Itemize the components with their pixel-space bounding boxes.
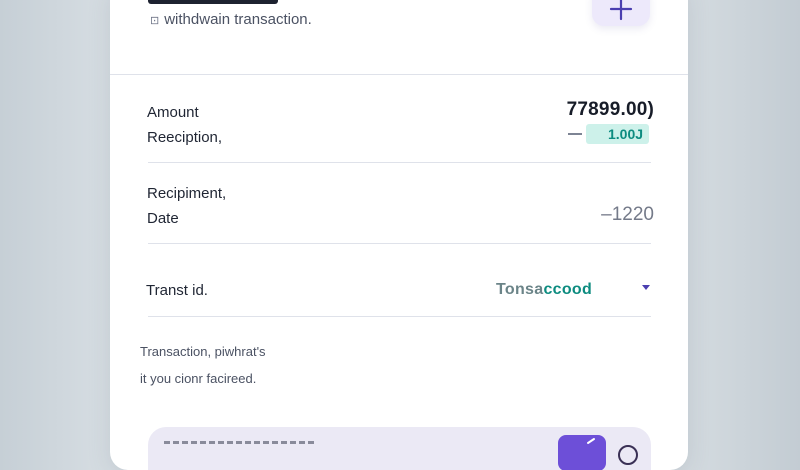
send-icon <box>587 438 595 444</box>
txid-value-part2: ccood <box>543 281 593 298</box>
divider-3 <box>148 316 651 317</box>
recipient-label: Recipiment, <box>147 185 227 202</box>
txid-label: Transt id. <box>146 282 208 299</box>
plus-icon <box>609 0 633 21</box>
action-bar-text <box>164 441 314 450</box>
divider-2 <box>148 243 651 244</box>
transaction-card: ⊡ withdwain transaction. Amount Reeciptio… <box>110 0 688 470</box>
txid-value-part1: Tonsa <box>496 281 544 298</box>
card-header: ⊡ withdwain transaction. <box>110 0 688 75</box>
caret-down-icon[interactable] <box>640 282 652 292</box>
fee-dash <box>568 133 582 135</box>
note-line-1: Transaction, piwhrat's <box>140 344 266 359</box>
bottom-action-bar <box>148 427 651 470</box>
txid-value[interactable]: Tonsaccood <box>496 281 592 299</box>
add-button[interactable] <box>592 0 650 26</box>
fee-badge: 1.00J <box>586 124 650 144</box>
amount-value: 77899.00) <box>566 99 654 120</box>
subtitle-text: withdwain transaction. <box>164 11 312 28</box>
more-icon[interactable] <box>618 445 638 465</box>
fee-row: 1.00J <box>568 124 650 144</box>
amount-label: Amount <box>147 104 199 121</box>
date-label: Date <box>147 210 179 227</box>
send-button[interactable] <box>558 435 606 470</box>
page-title <box>148 0 278 4</box>
subtitle-icon: ⊡ <box>150 15 160 27</box>
divider-1 <box>148 162 651 163</box>
reception-label: Reeciption, <box>147 129 223 146</box>
date-value: –1220 <box>601 204 654 225</box>
note-line-2: it you cionr facireed. <box>140 371 257 386</box>
page-subtitle: ⊡ withdwain transaction. <box>150 11 312 28</box>
